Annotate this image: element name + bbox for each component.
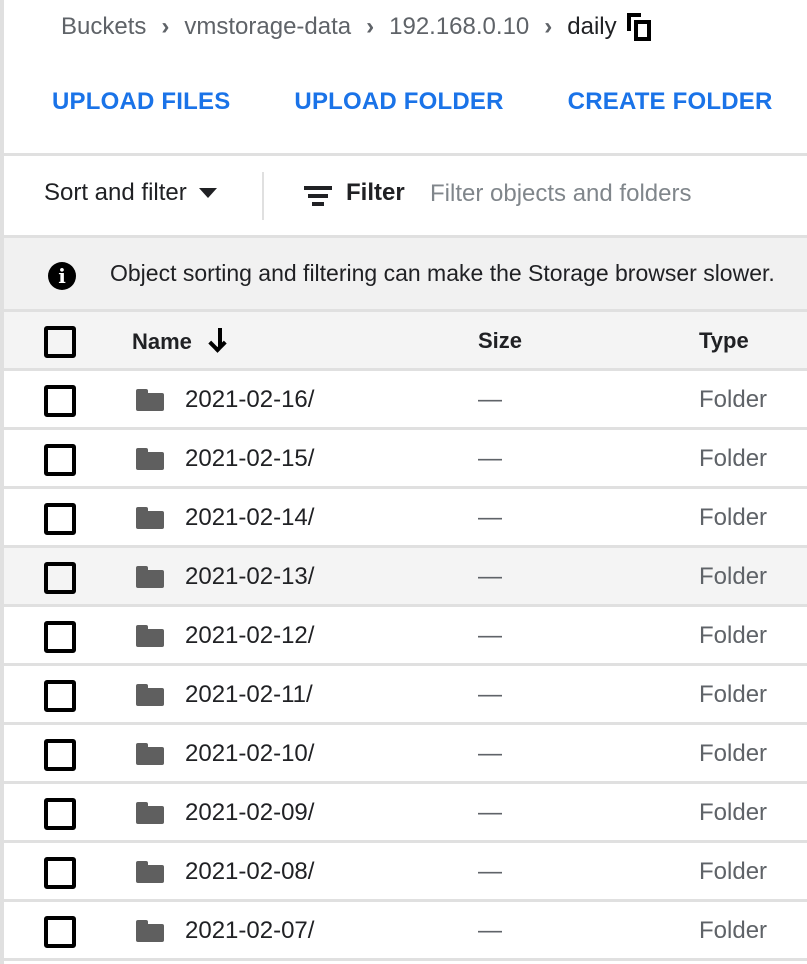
row-size: —: [478, 917, 502, 944]
folder-icon: [136, 389, 164, 411]
table-row[interactable]: 2021-02-15/ — Folder: [4, 430, 807, 489]
folder-icon: [136, 802, 164, 824]
table-header-row: Name Size Type: [4, 312, 807, 371]
breadcrumb: Buckets › vmstorage-data › 192.168.0.10 …: [61, 10, 653, 44]
filter-icon: [304, 186, 332, 208]
row-checkbox[interactable]: [44, 916, 76, 948]
folder-icon: [136, 507, 164, 529]
chevron-right-icon: ›: [161, 13, 170, 40]
breadcrumb-bucket[interactable]: vmstorage-data: [184, 13, 351, 41]
storage-browser-page: Buckets › vmstorage-data › 192.168.0.10 …: [4, 0, 807, 964]
row-name-link[interactable]: 2021-02-15/: [185, 445, 314, 473]
row-name-link[interactable]: 2021-02-14/: [185, 504, 314, 532]
table-row[interactable]: 2021-02-08/ — Folder: [4, 843, 807, 902]
table-row[interactable]: 2021-02-09/ — Folder: [4, 784, 807, 843]
row-name-link[interactable]: 2021-02-13/: [185, 563, 314, 591]
column-header-name[interactable]: Name: [132, 328, 230, 355]
copy-icon[interactable]: [626, 13, 653, 41]
row-type: Folder: [699, 504, 768, 531]
upload-folder-button[interactable]: UPLOAD FOLDER: [294, 88, 503, 116]
table-row[interactable]: 2021-02-07/ — Folder: [4, 902, 807, 961]
row-type: Folder: [699, 740, 768, 767]
row-size: —: [478, 504, 502, 531]
row-checkbox[interactable]: [44, 621, 76, 653]
row-name-link[interactable]: 2021-02-12/: [185, 622, 314, 650]
upload-files-button[interactable]: UPLOAD FILES: [52, 88, 230, 116]
table-row[interactable]: 2021-02-12/ — Folder: [4, 607, 807, 666]
column-name-label: Name: [132, 329, 192, 354]
column-header-size[interactable]: Size: [478, 328, 522, 354]
folder-icon: [136, 566, 164, 588]
row-checkbox[interactable]: [44, 739, 76, 771]
row-checkbox[interactable]: [44, 444, 76, 476]
row-name-link[interactable]: 2021-02-10/: [185, 740, 314, 768]
row-checkbox[interactable]: [44, 680, 76, 712]
folder-icon: [136, 743, 164, 765]
arrow-down-icon: [208, 328, 230, 353]
breadcrumb-current: daily: [567, 13, 617, 40]
row-size: —: [478, 563, 502, 590]
row-type: Folder: [699, 445, 768, 472]
chevron-right-icon: ›: [544, 13, 553, 40]
row-name-link[interactable]: 2021-02-11/: [185, 681, 313, 709]
table-row[interactable]: 2021-02-10/ — Folder: [4, 725, 807, 784]
column-header-type[interactable]: Type: [699, 328, 749, 354]
objects-table: Name Size Type 2021-02-16/ — Folder 2021…: [4, 312, 807, 961]
row-type: Folder: [699, 858, 768, 885]
folder-icon: [136, 684, 164, 706]
row-checkbox[interactable]: [44, 857, 76, 889]
row-type: Folder: [699, 917, 768, 944]
table-body: 2021-02-16/ — Folder 2021-02-15/ — Folde…: [4, 371, 807, 961]
row-size: —: [478, 740, 502, 767]
row-type: Folder: [699, 563, 768, 590]
row-type: Folder: [699, 386, 768, 413]
chevron-right-icon: ›: [366, 13, 375, 40]
filter-toolbar: Sort and filter Filter: [4, 157, 807, 235]
vertical-divider: [262, 172, 264, 220]
row-name-link[interactable]: 2021-02-07/: [185, 917, 314, 945]
row-size: —: [478, 386, 502, 413]
folder-icon: [136, 448, 164, 470]
filter-input[interactable]: [430, 175, 800, 213]
folder-icon: [136, 625, 164, 647]
row-type: Folder: [699, 681, 768, 708]
info-notice: i Object sorting and filtering can make …: [4, 238, 807, 310]
row-checkbox[interactable]: [44, 503, 76, 535]
create-folder-button[interactable]: CREATE FOLDER: [568, 88, 773, 116]
sort-and-filter-label: Sort and filter: [44, 179, 187, 206]
row-size: —: [478, 445, 502, 472]
row-name-link[interactable]: 2021-02-08/: [185, 858, 314, 886]
sort-and-filter-dropdown[interactable]: Sort and filter: [44, 179, 217, 207]
breadcrumb-folder[interactable]: 192.168.0.10: [389, 13, 529, 41]
table-row[interactable]: 2021-02-16/ — Folder: [4, 371, 807, 430]
row-name-link[interactable]: 2021-02-16/: [185, 386, 314, 414]
notice-text: Object sorting and filtering can make th…: [110, 260, 775, 286]
row-size: —: [478, 799, 502, 826]
row-type: Folder: [699, 799, 768, 826]
filter-label: Filter: [346, 179, 405, 206]
row-size: —: [478, 681, 502, 708]
row-checkbox[interactable]: [44, 385, 76, 417]
folder-icon: [136, 861, 164, 883]
table-row[interactable]: 2021-02-11/ — Folder: [4, 666, 807, 725]
breadcrumb-buckets[interactable]: Buckets: [61, 13, 146, 41]
row-size: —: [478, 622, 502, 649]
info-icon: i: [48, 262, 76, 290]
table-row[interactable]: 2021-02-14/ — Folder: [4, 489, 807, 548]
select-all-checkbox[interactable]: [44, 326, 76, 358]
row-type: Folder: [699, 622, 768, 649]
row-size: —: [478, 858, 502, 885]
folder-icon: [136, 920, 164, 942]
action-bar: UPLOAD FILES UPLOAD FOLDER CREATE FOLDER: [52, 88, 773, 116]
table-row[interactable]: 2021-02-13/ — Folder: [4, 548, 807, 607]
row-checkbox[interactable]: [44, 798, 76, 830]
caret-down-icon: [198, 188, 217, 198]
row-name-link[interactable]: 2021-02-09/: [185, 799, 314, 827]
divider: [4, 153, 807, 156]
row-checkbox[interactable]: [44, 562, 76, 594]
